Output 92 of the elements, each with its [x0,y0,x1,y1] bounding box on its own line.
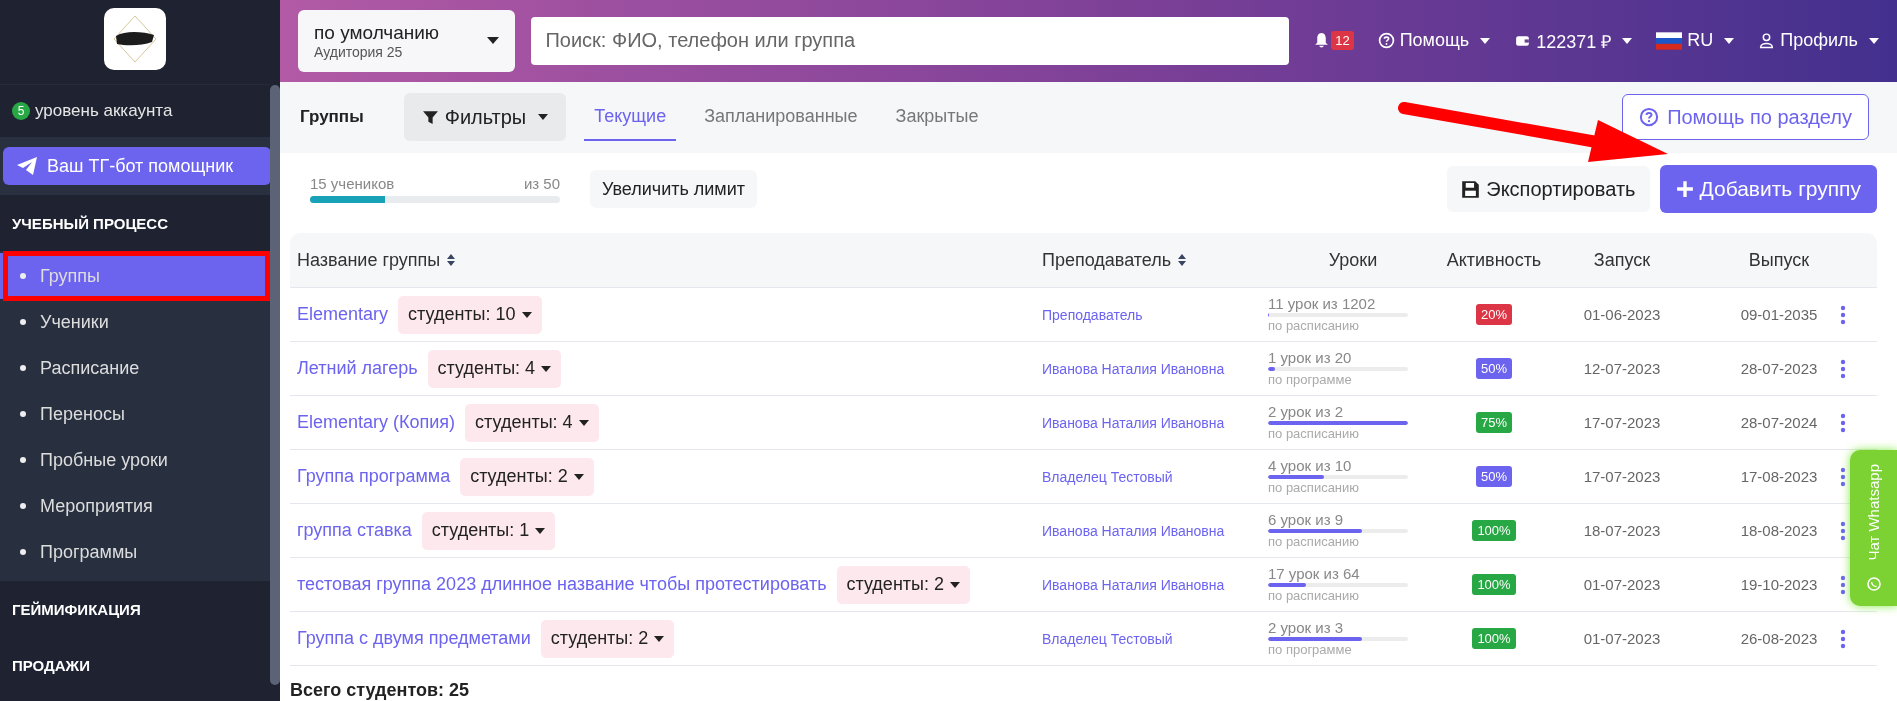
students-dropdown[interactable]: студенты: 4 [465,403,599,442]
activity-badge: 100% [1472,628,1516,649]
sidebar-item[interactable]: Расписание [0,345,270,391]
teacher-link[interactable]: Иванова Наталия Ивановна [1042,360,1225,377]
students-limit: из 50 [523,175,560,192]
filters-button[interactable]: Фильтры [403,93,567,142]
lessons-count: 17 урок из 64 [1268,566,1361,582]
end-date: 17-08-2023 [1740,468,1818,485]
column-header: Уроки [1328,249,1378,271]
students-dropdown[interactable]: студенты: 10 [398,295,542,334]
lessons-mode: по расписанию [1268,534,1361,549]
search-field[interactable]: Поиск: ФИО, телефон или группа [531,16,1290,65]
group-name-link[interactable]: Elementary (Копия) [297,412,456,433]
lessons-mode: по программе [1268,642,1353,657]
lessons-count: 1 урок из 20 [1268,350,1353,366]
lessons-mode: по расписанию [1268,588,1361,603]
sidebar-item[interactable]: Ученики [0,299,270,345]
students-count: 15 учеников [310,175,395,192]
column-header: Активность [1446,249,1542,271]
sortable-column-header[interactable]: Преподаватель [1042,249,1172,271]
activity-badge: 50% [1476,466,1512,487]
profile-menu[interactable]: Профиль [1758,30,1879,52]
increase-limit-button[interactable]: Увеличить лимит [590,170,758,208]
teacher-link[interactable]: Преподаватель [1042,306,1143,323]
telegram-bot-button[interactable]: Ваш ТГ-бот помощник [3,147,271,185]
lessons-mode: по расписанию [1268,480,1361,495]
lessons-count: 4 урок из 10 [1268,458,1353,474]
end-date: 19-10-2023 [1740,576,1818,593]
students-dropdown[interactable]: студенты: 2 [836,565,970,604]
lessons-mode: по расписанию [1268,318,1361,333]
lessons-count: 6 урок из 9 [1268,512,1345,528]
group-name-link[interactable]: тестовая группа 2023 длинное название чтобы протестировать [297,574,827,595]
group-name-link[interactable]: Группа с двумя предметами [297,628,531,649]
add-group-button[interactable]: Добавить группу [1659,165,1877,213]
students-dropdown[interactable]: студенты: 1 [421,511,556,550]
start-date: 12-07-2023 [1583,360,1661,377]
room-select[interactable]: по умолчанию Аудитория 25 [298,9,516,72]
sidebar-item[interactable]: Переносы [0,391,270,437]
start-date: 17-07-2023 [1583,468,1661,485]
teacher-link[interactable]: Иванова Наталия Ивановна [1042,522,1225,539]
group-name-link[interactable]: Группа программа [297,466,451,487]
section-help-button[interactable]: Помощь по разделу [1622,94,1869,141]
account-level-label: уровень аккаунта [35,101,173,121]
activity-badge: 20% [1476,304,1512,325]
end-date: 09-01-2035 [1740,306,1818,323]
balance-menu[interactable]: 122371 ₽ [1514,28,1633,53]
level-badge: 5 [12,102,30,120]
page-title: Группы [300,107,364,128]
lessons-mode: по расписанию [1268,426,1361,441]
tab[interactable]: Текущие [584,93,677,142]
sidebar-section-title[interactable]: ПРОДАЖИ [0,637,270,693]
end-date: 18-08-2023 [1740,522,1818,539]
sidebar-section-title[interactable]: ГЕЙМИФИКАЦИЯ [0,581,270,637]
tab[interactable]: Закрытые [885,93,989,142]
activity-badge: 75% [1476,412,1512,433]
lessons-count: 11 урок из 1202 [1268,296,1377,312]
teacher-link[interactable]: Владелец Тестовый [1042,468,1173,485]
students-dropdown[interactable]: студенты: 2 [460,457,594,496]
end-date: 28-07-2023 [1740,360,1818,377]
help-menu[interactable]: Помощь [1377,30,1491,52]
export-button[interactable]: Экспортировать [1447,166,1650,212]
lessons-count: 2 урок из 2 [1268,404,1345,420]
start-date: 18-07-2023 [1583,522,1661,539]
group-name-link[interactable]: Elementary [297,304,389,325]
group-name-link[interactable]: группа ставка [297,520,412,541]
end-date: 28-07-2024 [1740,414,1818,431]
start-date: 17-07-2023 [1583,414,1661,431]
language-menu[interactable]: RU [1656,30,1735,52]
sidebar-item[interactable]: Пробные уроки [0,437,270,483]
teacher-link[interactable]: Иванова Наталия Ивановна [1042,576,1225,593]
start-date: 01-07-2023 [1583,630,1661,647]
activity-badge: 50% [1476,358,1512,379]
sortable-column-header[interactable]: Название группы [297,249,441,271]
start-date: 01-06-2023 [1583,306,1661,323]
sidebar-item[interactable]: Мероприятия [0,483,270,529]
tab[interactable]: Запланированные [694,93,868,142]
teacher-link[interactable]: Владелец Тестовый [1042,630,1173,647]
column-header: Запуск [1593,249,1651,271]
lessons-mode: по программе [1268,372,1353,387]
total-students: Всего студентов: 25 [290,679,471,701]
students-dropdown[interactable]: студенты: 2 [540,619,675,658]
sidebar-item[interactable]: Программы [0,529,270,575]
lessons-count: 2 урок из 3 [1268,620,1345,636]
students-dropdown[interactable]: студенты: 4 [427,349,562,388]
column-header: Выпуск [1748,249,1810,271]
group-name-link[interactable]: Летний лагерь [297,358,418,379]
sidebar-section-title[interactable]: УЧЕБНЫЙ ПРОЦЕСС [0,195,270,251]
teacher-link[interactable]: Иванова Наталия Ивановна [1042,414,1225,431]
end-date: 26-08-2023 [1740,630,1818,647]
start-date: 01-07-2023 [1583,576,1661,593]
activity-badge: 100% [1472,574,1516,595]
activity-badge: 100% [1472,520,1516,541]
